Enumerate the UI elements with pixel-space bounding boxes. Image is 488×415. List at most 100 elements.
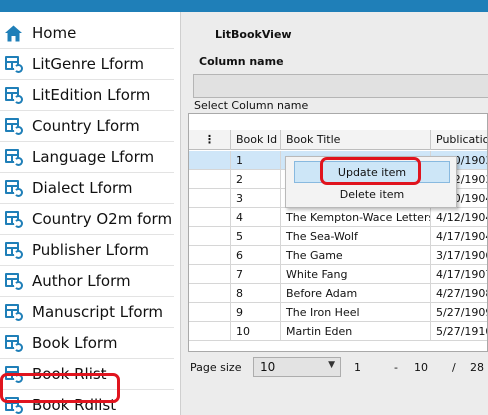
sidebar-item-language-lform[interactable]: Language Lform [0, 142, 174, 173]
form-icon [4, 179, 23, 198]
cell-publication: 5/27/1909 [431, 303, 487, 322]
pager-range-dash: - [394, 361, 398, 374]
cell-book-title: White Fang [281, 265, 431, 284]
column-select-hint: Select Column name [194, 99, 309, 112]
form-icon [4, 55, 23, 74]
table-row[interactable]: 4 The Kempton-Wace Letters 4/12/1904 [189, 208, 487, 227]
page-size-select[interactable]: 10 ▼ [253, 357, 341, 377]
main-panel: LitBookView Column name Select Column na… [181, 12, 488, 415]
row-selector[interactable] [189, 246, 231, 265]
sidebar-item-label: Country O2m form [32, 210, 173, 228]
home-icon [4, 24, 23, 43]
sidebar-item-country-lform[interactable]: Country Lform [0, 111, 174, 142]
cell-book-id: 9 [231, 303, 281, 322]
header-book-title[interactable]: Book Title [281, 130, 431, 150]
highlight-box-book-rlist [0, 373, 120, 403]
data-grid[interactable]: ⋮ Book Id Book Title Publication 1 The C… [188, 113, 488, 352]
row-selector[interactable] [189, 151, 231, 170]
cell-book-id: 10 [231, 322, 281, 341]
cell-book-title: The Sea-Wolf [281, 227, 431, 246]
sidebar-item-label: Book Lform [32, 334, 118, 352]
sidebar-item-label: Country Lform [32, 117, 140, 135]
pager-separator: / [452, 361, 456, 374]
sidebar-item-litedition-lform[interactable]: LitEdition Lform [0, 80, 174, 111]
sidebar-item-label: LitGenre Lform [32, 55, 144, 73]
highlight-box-update-item [320, 157, 421, 185]
cell-publication: 3/17/1906 [431, 246, 487, 265]
delete-item-menu-item[interactable]: Delete item [294, 184, 450, 206]
grid-header: ⋮ Book Id Book Title Publication [189, 130, 487, 150]
form-icon [4, 148, 23, 167]
cell-book-id: 6 [231, 246, 281, 265]
form-icon [4, 210, 23, 229]
cell-publication: 4/17/1907 [431, 265, 487, 284]
table-row[interactable]: 10 Martin Eden 5/27/1910 [189, 322, 487, 341]
sidebar-item-book-lform[interactable]: Book Lform [0, 328, 174, 359]
sidebar-item-publisher-lform[interactable]: Publisher Lform [0, 235, 174, 266]
row-selector[interactable] [189, 170, 231, 189]
sidebar-item-label: Home [32, 24, 77, 42]
row-selector[interactable] [189, 284, 231, 303]
cell-book-title: Before Adam [281, 284, 431, 303]
sidebar-item-label: LitEdition Lform [32, 86, 151, 104]
cell-book-title: The Iron Heel [281, 303, 431, 322]
column-name-label: Column name [199, 55, 284, 68]
form-icon [4, 117, 23, 136]
cell-book-id: 5 [231, 227, 281, 246]
sidebar-item-label: Publisher Lform [32, 241, 149, 259]
pager-range-end: 10 [414, 361, 428, 374]
cell-publication: 4/12/1904 [431, 208, 487, 227]
sidebar-item-litgenre-lform[interactable]: LitGenre Lform [0, 49, 174, 80]
table-row[interactable]: 6 The Game 3/17/1906 [189, 246, 487, 265]
sidebar: Home LitGenre Lform LitEdition Lform Cou… [0, 12, 180, 415]
table-row[interactable]: 9 The Iron Heel 5/27/1909 [189, 303, 487, 322]
chevron-down-icon: ▼ [328, 360, 335, 370]
cell-publication: 4/17/1904 [431, 227, 487, 246]
page-size-value: 10 [260, 360, 276, 374]
sidebar-item-label: Language Lform [32, 148, 155, 166]
row-selector[interactable] [189, 322, 231, 341]
row-selector[interactable] [189, 227, 231, 246]
table-row[interactable]: 7 White Fang 4/17/1907 [189, 265, 487, 284]
cell-book-id: 8 [231, 284, 281, 303]
sidebar-item-dialect-lform[interactable]: Dialect Lform [0, 173, 174, 204]
form-icon [4, 86, 23, 105]
column-name-select[interactable] [193, 74, 488, 98]
row-selector[interactable] [189, 303, 231, 322]
sidebar-item-author-lform[interactable]: Author Lform [0, 266, 174, 297]
table-row[interactable]: 5 The Sea-Wolf 4/17/1904 [189, 227, 487, 246]
table-row[interactable]: 8 Before Adam 4/27/1908 [189, 284, 487, 303]
page-size-label: Page size [190, 361, 242, 374]
form-icon [4, 241, 23, 260]
sidebar-item-home[interactable]: Home [0, 18, 174, 49]
form-icon [4, 334, 23, 353]
cell-book-title: The Game [281, 246, 431, 265]
cell-book-id: 3 [231, 189, 281, 208]
sidebar-item-country-o2m-form[interactable]: Country O2m form [0, 204, 174, 235]
pager-total: 28 [470, 361, 484, 374]
column-menu-icon[interactable]: ⋮ [189, 130, 231, 150]
app-top-bar [0, 0, 488, 12]
header-book-id[interactable]: Book Id [231, 130, 281, 150]
cell-publication: 5/27/1910 [431, 322, 487, 341]
pager-range-start: 1 [354, 361, 361, 374]
sidebar-item-manuscript-lform[interactable]: Manuscript Lform [0, 297, 174, 328]
cell-book-title: Martin Eden [281, 322, 431, 341]
cell-book-id: 7 [231, 265, 281, 284]
form-icon [4, 303, 23, 322]
sidebar-item-label: Dialect Lform [32, 179, 133, 197]
pager: Page size 10 ▼ 1 - 10 / 28 [181, 357, 488, 379]
form-icon [4, 272, 23, 291]
cell-publication: 4/27/1908 [431, 284, 487, 303]
header-publication[interactable]: Publication [431, 130, 487, 150]
row-selector[interactable] [189, 189, 231, 208]
cell-book-id: 2 [231, 170, 281, 189]
sidebar-item-label: Author Lform [32, 272, 131, 290]
sidebar-item-label: Manuscript Lform [32, 303, 164, 321]
cell-book-id: 1 [231, 151, 281, 170]
cell-book-title: The Kempton-Wace Letters [281, 208, 431, 227]
cell-book-id: 4 [231, 208, 281, 227]
row-selector[interactable] [189, 208, 231, 227]
page-title: LitBookView [215, 28, 292, 41]
row-selector[interactable] [189, 265, 231, 284]
